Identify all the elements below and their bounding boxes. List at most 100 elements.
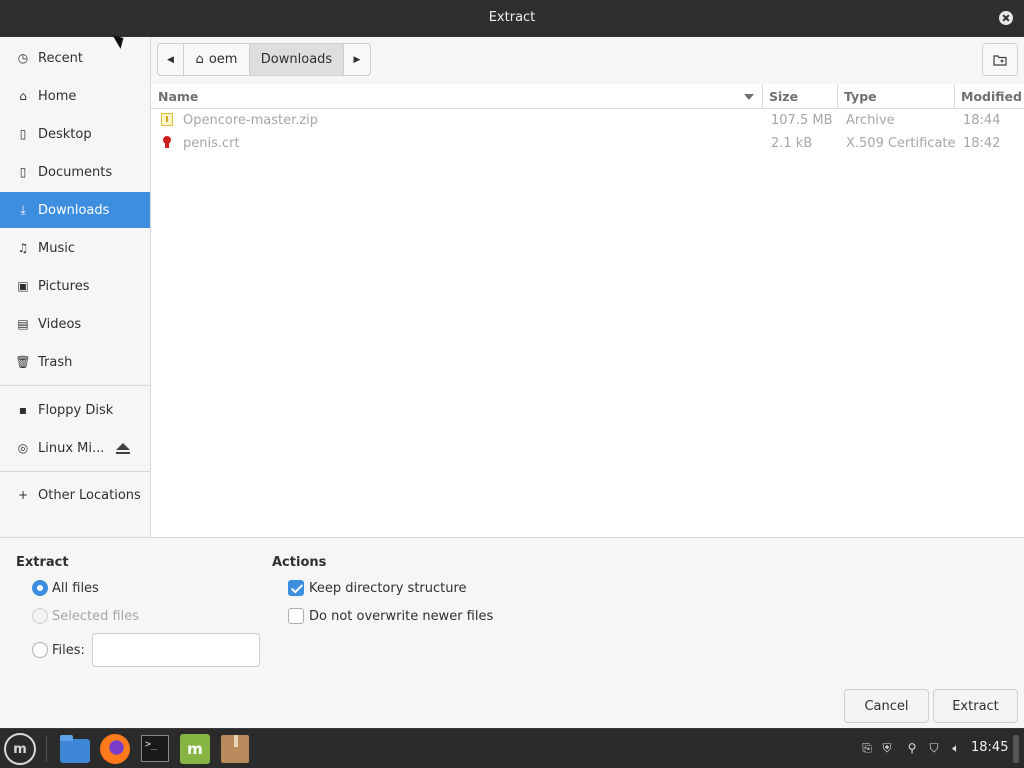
extract-button[interactable]: Extract — [933, 689, 1018, 723]
file-size: 107.5 MB — [771, 113, 833, 128]
network-icon[interactable]: ⚲ — [905, 741, 919, 755]
path-segment-downloads[interactable]: Downloads — [250, 44, 344, 75]
sidebar: ◷ Recent ⌂ Home ▯ Desktop ▯ Documents ⤓ … — [0, 37, 151, 537]
file-modified: 18:42 — [963, 136, 1001, 151]
all-files-radio[interactable]: All files — [32, 580, 99, 596]
sidebar-item-downloads[interactable]: ⤓ Downloads — [0, 192, 150, 228]
no-overwrite-checkbox[interactable]: Do not overwrite newer files — [288, 608, 493, 624]
volume-icon[interactable]: 🔈︎ — [949, 741, 963, 755]
sidebar-item-videos[interactable]: ▤ Videos — [0, 306, 150, 342]
file-list-header: Name Size Type Modified — [151, 84, 1024, 109]
keep-directory-structure-checkbox[interactable]: Keep directory structure — [288, 580, 467, 596]
selected-files-radio: Selected files — [32, 608, 139, 624]
all-files-label: All files — [52, 580, 99, 596]
file-type: X.509 Certificate — [846, 136, 956, 151]
selected-files-label: Selected files — [52, 608, 140, 624]
sidebar-item-label: Home — [38, 88, 77, 104]
eject-icon[interactable] — [116, 443, 130, 450]
clipboard-icon[interactable]: ⎘ — [860, 741, 874, 755]
sidebar-item-label: Desktop — [38, 126, 92, 142]
sidebar-divider — [0, 385, 150, 386]
clock[interactable]: 18:45 — [971, 740, 1008, 755]
sort-descending-icon — [744, 94, 754, 100]
archive-manager-icon[interactable] — [221, 735, 249, 763]
shield-update-icon[interactable]: ⛨ — [880, 741, 894, 755]
new-folder-button[interactable] — [982, 43, 1018, 76]
column-header-size[interactable]: Size — [769, 89, 798, 104]
certificate-file-icon — [161, 136, 173, 149]
sidebar-item-label: Floppy Disk — [38, 402, 114, 418]
table-row[interactable]: Opencore-master.zip 107.5 MB Archive 18:… — [151, 109, 1024, 132]
sidebar-item-floppy-disk[interactable]: ▪ Floppy Disk — [0, 392, 150, 428]
plus-icon: + — [17, 488, 29, 502]
checkbox-checked-icon[interactable] — [288, 580, 304, 596]
column-separator — [837, 84, 838, 109]
sidebar-item-label: Other Locations — [38, 487, 141, 503]
files-radio[interactable]: Files: — [32, 642, 85, 658]
radio-selected-icon[interactable] — [32, 580, 48, 596]
sidebar-item-documents[interactable]: ▯ Documents — [0, 154, 150, 190]
taskbar: m >_ m ⎘ ⛨ ⚲ ⛉ 🔈︎ 18:45 — [0, 728, 1024, 768]
column-header-name[interactable]: Name — [158, 89, 198, 104]
sidebar-item-recent[interactable]: ◷ Recent — [0, 40, 150, 76]
sidebar-item-music[interactable]: ♫ Music — [0, 230, 150, 266]
path-back-button[interactable]: ◀ — [158, 44, 184, 75]
file-size: 2.1 kB — [771, 136, 813, 151]
sidebar-item-trash[interactable]: 🗑︎ Trash — [0, 344, 150, 380]
column-separator — [954, 84, 955, 109]
new-folder-icon — [993, 54, 1007, 66]
files-pattern-input[interactable] — [92, 633, 260, 667]
pictures-icon: ▣ — [17, 279, 29, 293]
radio-icon — [32, 608, 48, 624]
cancel-button[interactable]: Cancel — [844, 689, 929, 723]
title-bar: Extract — [0, 0, 1024, 37]
sidebar-item-label: Recent — [38, 50, 83, 66]
menu-icon[interactable]: m — [4, 733, 36, 765]
sidebar-item-label: Videos — [38, 316, 82, 332]
window-title: Extract — [488, 10, 536, 25]
no-overwrite-label: Do not overwrite newer files — [309, 608, 494, 624]
file-list: Name Size Type Modified Opencore-master.… — [151, 84, 1024, 537]
firefox-icon[interactable] — [100, 734, 130, 764]
terminal-icon[interactable]: >_ — [141, 735, 169, 762]
sidebar-divider — [0, 471, 150, 472]
eject-icon-base — [116, 452, 130, 454]
download-icon: ⤓ — [20, 202, 26, 217]
extract-options-panel: Extract All files Selected files Files: … — [0, 537, 1024, 727]
checkbox-icon[interactable] — [288, 608, 304, 624]
sidebar-item-desktop[interactable]: ▯ Desktop — [0, 116, 150, 152]
path-segment-label: Downloads — [260, 52, 333, 67]
close-icon[interactable] — [999, 11, 1013, 25]
videos-icon: ▤ — [17, 317, 29, 331]
path-segment-home[interactable]: ⌂ oem — [184, 44, 250, 75]
show-desktop-button[interactable] — [1013, 735, 1019, 763]
file-name: penis.crt — [183, 136, 240, 151]
path-forward-button[interactable]: ▶ — [344, 44, 370, 75]
column-header-modified[interactable]: Modified — [961, 89, 1022, 104]
extract-section-title: Extract — [16, 555, 69, 570]
sidebar-item-label: Downloads — [38, 202, 110, 218]
sidebar-item-label: Trash — [38, 354, 73, 370]
sidebar-item-home[interactable]: ⌂ Home — [0, 78, 150, 114]
column-header-type[interactable]: Type — [844, 89, 877, 104]
file-type: Archive — [846, 113, 895, 128]
sidebar-item-label: Pictures — [38, 278, 90, 294]
file-name: Opencore-master.zip — [183, 113, 319, 128]
mint-update-icon[interactable]: m — [180, 734, 210, 764]
taskbar-divider — [46, 736, 47, 762]
home-icon: ⌂ — [19, 89, 27, 103]
chevron-left-icon: ◀ — [167, 54, 174, 65]
sidebar-item-pictures[interactable]: ▣ Pictures — [0, 268, 150, 304]
table-row[interactable]: penis.crt 2.1 kB X.509 Certificate 18:42 — [151, 132, 1024, 155]
files-label: Files: — [52, 642, 85, 658]
files-icon[interactable] — [60, 735, 90, 763]
desktop-icon: ▯ — [19, 127, 27, 141]
home-icon: ⌂ — [195, 52, 204, 67]
radio-icon[interactable] — [32, 642, 48, 658]
sidebar-item-label: Linux Mi... — [38, 440, 105, 456]
sidebar-item-other-locations[interactable]: + Other Locations — [0, 477, 150, 513]
security-icon[interactable]: ⛉ — [927, 741, 941, 755]
documents-icon: ▯ — [19, 165, 27, 179]
chevron-right-icon: ▶ — [353, 54, 361, 65]
floppy-icon: ▪ — [18, 403, 28, 417]
